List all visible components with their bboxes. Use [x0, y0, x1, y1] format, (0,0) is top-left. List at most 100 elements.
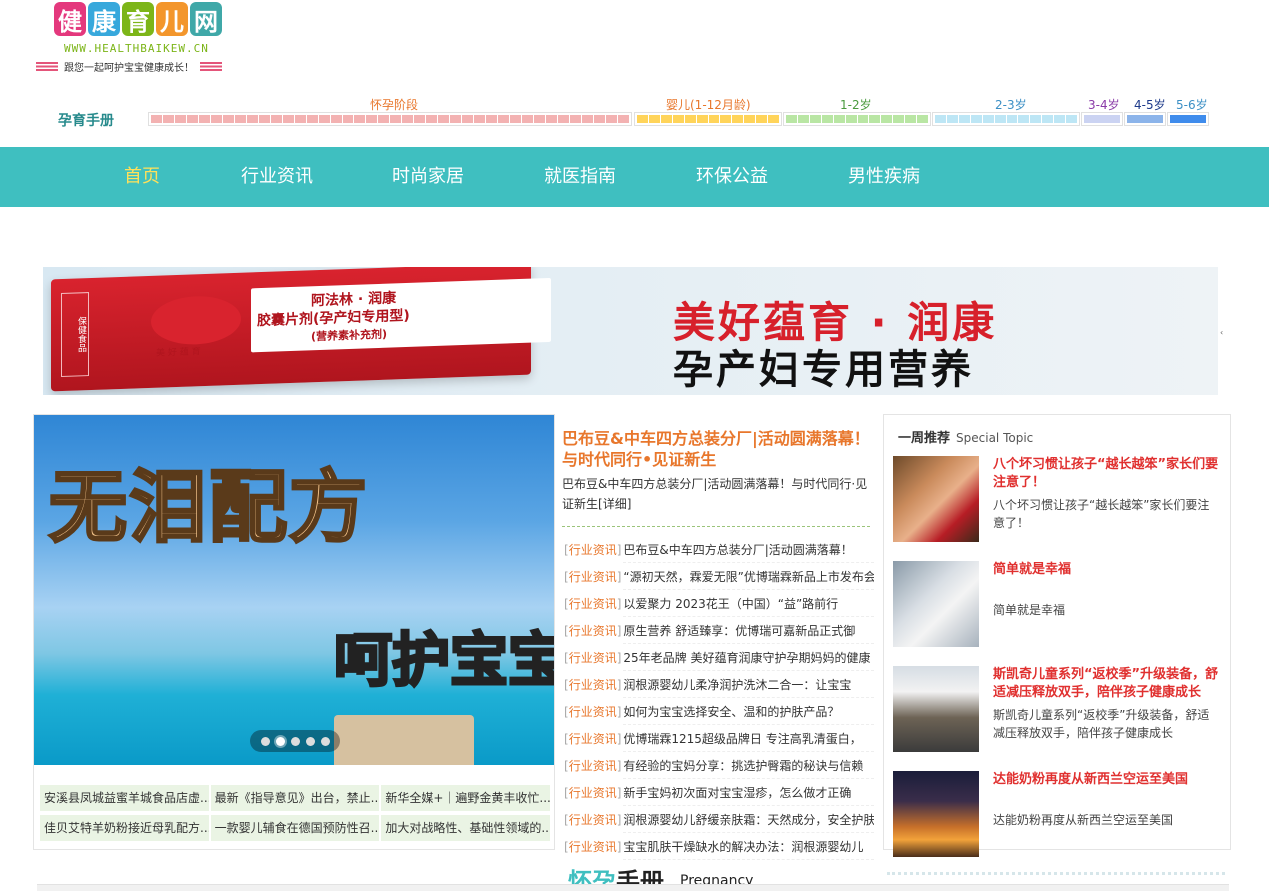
timeline-cell[interactable] — [845, 115, 857, 123]
timeline-cell[interactable] — [390, 115, 402, 123]
timeline-cell[interactable] — [946, 115, 958, 123]
slide-dot[interactable] — [260, 736, 270, 746]
news-title-link[interactable]: 有经验的宝妈分享：挑选护臀霜的秘诀与信赖 — [623, 753, 874, 779]
timeline-cell[interactable] — [648, 115, 660, 123]
stage-label-3-4[interactable]: 3-4岁 — [1088, 96, 1120, 113]
timeline-cell[interactable] — [294, 115, 306, 123]
timeline-segment[interactable] — [1081, 112, 1123, 126]
news-row[interactable]: [行业资讯] 润根源婴幼儿柔净润护洗沐二合一：让宝宝 — [564, 672, 874, 699]
news-title-link[interactable]: 以爱聚力 2023花王（中国）“益”路前行 — [623, 591, 874, 617]
stage-label-1-2[interactable]: 1-2岁 — [840, 96, 872, 113]
timeline-cell[interactable] — [234, 115, 246, 123]
timeline-cell[interactable] — [821, 115, 833, 123]
timeline-cell[interactable] — [1066, 115, 1078, 123]
news-category-tag[interactable]: [行业资讯] — [564, 618, 621, 644]
timeline-cell[interactable] — [809, 115, 821, 123]
timeline-cell[interactable] — [270, 115, 282, 123]
news-row[interactable]: [行业资讯] “源初天然，霖爱无限”优博瑞霖新品上市发布会 — [564, 564, 874, 591]
timeline-cell[interactable] — [1018, 115, 1030, 123]
timeline-cell[interactable] — [660, 115, 672, 123]
thumbnail-night-street[interactable] — [893, 771, 979, 857]
slide-dot[interactable] — [305, 736, 315, 746]
timeline-cell[interactable] — [857, 115, 869, 123]
timeline-cell[interactable] — [797, 115, 809, 123]
news-title-link[interactable]: 巴布豆&中车四方总装分厂|活动圆满落幕！ — [623, 537, 874, 563]
nav-item-male-diseases[interactable]: 男性疾病 — [848, 147, 920, 207]
timeline-cell[interactable] — [450, 115, 462, 123]
pregnancy-handbook-title[interactable]: 孕育手册 — [58, 110, 114, 130]
timeline-cell[interactable] — [522, 115, 533, 123]
news-category-tag[interactable]: [行业资讯] — [564, 564, 621, 590]
timeline-cell[interactable] — [545, 115, 557, 123]
timeline-segment[interactable] — [148, 112, 632, 126]
recommend-title[interactable]: 达能奶粉再度从新西兰空运至美国 — [993, 771, 1223, 789]
timeline-cell[interactable] — [438, 115, 450, 123]
news-category-tag[interactable]: [行业资讯] — [564, 591, 621, 617]
timeline-cell[interactable] — [402, 115, 414, 123]
nav-item-home[interactable]: 首页 — [124, 147, 160, 207]
news-title-link[interactable]: 润根源婴幼儿舒缓亲肤霜：天然成分，安全护肤 — [623, 807, 874, 833]
news-category-tag[interactable]: [行业资讯] — [564, 807, 621, 833]
timeline-cell[interactable] — [756, 115, 768, 123]
banner-arrow-icon[interactable]: ‹ — [1220, 328, 1223, 337]
timeline-cell[interactable] — [786, 115, 797, 123]
news-category-tag[interactable]: [行业资讯] — [564, 645, 621, 671]
thumbnail-factory[interactable] — [893, 561, 979, 647]
news-row[interactable]: [行业资讯] 润根源婴幼儿舒缓亲肤霜：天然成分，安全护肤 — [564, 807, 874, 834]
stage-label-infant[interactable]: 婴儿(1-12月龄) — [666, 96, 751, 113]
news-category-tag[interactable]: [行业资讯] — [564, 537, 621, 563]
nav-item-industry-news[interactable]: 行业资讯 — [241, 147, 313, 207]
timeline-cell[interactable] — [672, 115, 684, 123]
headline-link[interactable]: 一款婴儿辅食在德国预防性召... — [210, 815, 380, 841]
timeline-cell[interactable] — [1054, 115, 1066, 123]
timeline-cell[interactable] — [366, 115, 378, 123]
timeline-cell[interactable] — [593, 115, 605, 123]
timeline-cell[interactable] — [186, 115, 198, 123]
timeline-cell[interactable] — [1030, 115, 1042, 123]
timeline-cell[interactable] — [893, 115, 905, 123]
news-category-tag[interactable]: [行业资讯] — [564, 753, 621, 779]
timeline-cell[interactable] — [162, 115, 174, 123]
timeline-cell[interactable] — [994, 115, 1006, 123]
headline-link[interactable]: 加大对战略性、基础性领域的... — [381, 815, 550, 841]
ad-banner[interactable]: 保健食品 美 好 蕴 育 阿法林 · 润康 胶囊片剂(孕产妇专用型) (营养素补… — [43, 267, 1218, 395]
timeline-cell[interactable] — [708, 115, 720, 123]
news-title-link[interactable]: 原生营养 舒适臻享：优博瑞可嘉新品正式御 — [623, 618, 874, 644]
timeline-cell[interactable] — [935, 115, 946, 123]
news-title-link[interactable]: 新手宝妈初次面对宝宝湿疹，怎么做才正确 — [623, 780, 874, 806]
timeline-cell[interactable] — [917, 115, 929, 123]
timeline-cell[interactable] — [637, 115, 648, 123]
news-category-tag[interactable]: [行业资讯] — [564, 672, 621, 698]
timeline-cell[interactable] — [617, 115, 629, 123]
news-title-link[interactable]: 25年老品牌 美好蕴育润康守护孕期妈妈的健康 — [623, 645, 874, 671]
news-row[interactable]: [行业资讯] 如何为宝宝选择安全、温和的护肤产品？ — [564, 699, 874, 726]
timeline-cell[interactable] — [982, 115, 994, 123]
headline-link[interactable]: 佳贝艾特羊奶粉接近母乳配方... — [40, 815, 209, 841]
recommend-item[interactable]: 八个坏习惯让孩子“越长越笨”家长们要注意了！ 八个坏习惯让孩子“越长越笨”家长们… — [893, 456, 1229, 544]
timeline-cell[interactable] — [557, 115, 569, 123]
timeline-cell[interactable] — [534, 115, 545, 123]
timeline-cell[interactable] — [151, 115, 162, 123]
news-row[interactable]: [行业资讯] 以爱聚力 2023花王（中国）“益”路前行 — [564, 591, 874, 618]
news-row[interactable]: [行业资讯] 有经验的宝妈分享：挑选护臀霜的秘诀与信赖 — [564, 753, 874, 780]
recommend-item[interactable]: 斯凯奇儿童系列“返校季”升级装备，舒适减压释放双手，陪伴孩子健康成长 斯凯奇儿童… — [893, 666, 1229, 754]
news-category-tag[interactable]: [行业资讯] — [564, 699, 621, 725]
timeline-cell[interactable] — [1170, 115, 1206, 123]
timeline-cell[interactable] — [462, 115, 474, 123]
timeline-cell[interactable] — [342, 115, 354, 123]
stage-label-4-5[interactable]: 4-5岁 — [1134, 96, 1166, 113]
timeline-cell[interactable] — [282, 115, 294, 123]
nav-item-medical-guide[interactable]: 就医指南 — [544, 147, 616, 207]
timeline-cell[interactable] — [1042, 115, 1054, 123]
slide-dot[interactable] — [290, 736, 300, 746]
news-title-link[interactable]: 优博瑞霖1215超级品牌日 专注高乳清蛋白， — [623, 726, 874, 752]
timeline-cell[interactable] — [768, 115, 780, 123]
timeline-cell[interactable] — [744, 115, 756, 123]
recommend-item[interactable]: 达能奶粉再度从新西兰空运至美国 达能奶粉再度从新西兰空运至美国 — [893, 771, 1229, 859]
featured-title[interactable]: 巴布豆&中车四方总装分厂|活动圆满落幕！与时代同行•见证新生 — [562, 428, 872, 470]
timeline-cell[interactable] — [474, 115, 486, 123]
news-title-link[interactable]: 宝宝肌肤干燥缺水的解决办法：润根源婴幼儿 — [623, 834, 874, 860]
news-row[interactable]: [行业资讯] 宝宝肌肤干燥缺水的解决办法：润根源婴幼儿 — [564, 834, 874, 861]
news-row[interactable]: [行业资讯] 巴布豆&中车四方总装分厂|活动圆满落幕！ — [564, 537, 874, 564]
recommend-title[interactable]: 简单就是幸福 — [993, 561, 1223, 579]
